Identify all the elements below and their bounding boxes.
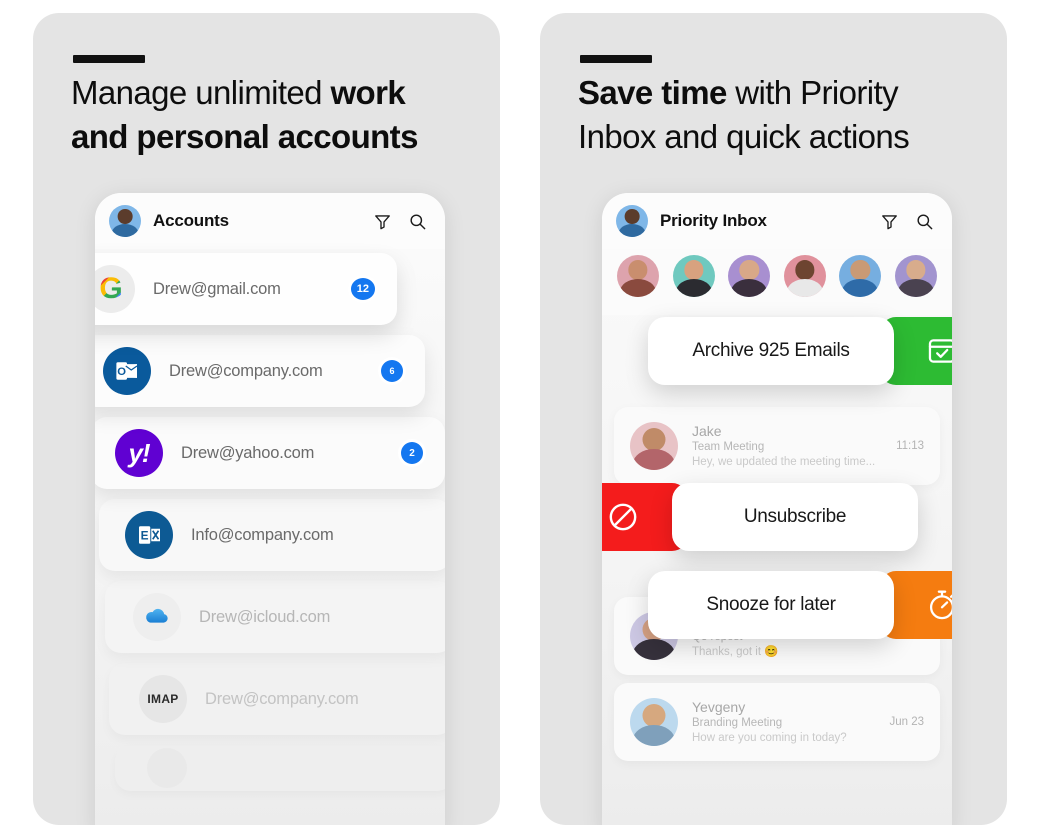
contact-chip[interactable]	[672, 255, 716, 301]
contact-avatar	[894, 255, 937, 297]
sender-name: Yevgeny	[692, 698, 746, 715]
unread-badge: 6	[381, 360, 403, 382]
mail-row[interactable]: Jake Team Meeting Hey, we updated the me…	[614, 407, 940, 485]
outlook-icon: O	[103, 347, 151, 395]
quick-action-archive[interactable]: Archive 925 Emails	[648, 317, 952, 385]
accent-bar-right	[580, 55, 652, 63]
sender-name: Jake	[692, 422, 722, 439]
search-icon[interactable]	[408, 212, 427, 231]
snooze-label[interactable]: Snooze for later	[648, 571, 894, 639]
unread-badge: 2	[401, 442, 423, 464]
accounts-header: Accounts	[95, 193, 445, 249]
account-row-gmail[interactable]: G Drew@gmail.com 12	[95, 253, 397, 325]
account-row-exchange[interactable]: E Info@company.com	[99, 499, 445, 571]
contact-chip[interactable]	[894, 255, 938, 301]
placeholder-icon	[147, 748, 187, 788]
filter-icon[interactable]	[880, 212, 899, 231]
contact-avatar	[728, 255, 771, 297]
accent-bar-left	[73, 55, 145, 63]
accounts-list: G Drew@gmail.com 12 O Drew@company.com 6…	[95, 249, 445, 791]
account-email: Drew@icloud.com	[199, 607, 331, 626]
contact-avatar	[839, 255, 882, 297]
mail-preview: Hey, we updated the meeting time...	[692, 455, 876, 468]
phone-mock-accounts: Accounts G Drew@gmail.com 12 O Drew@comp…	[95, 193, 445, 825]
phone-mock-priority-inbox: Priority Inbox Jake Team Meeting Hey, we…	[602, 193, 952, 825]
page-title: Accounts	[153, 211, 229, 230]
headline-right: Save time with Priority Inbox and quick a…	[578, 74, 910, 155]
page-title: Priority Inbox	[660, 211, 767, 230]
account-email: Drew@company.com	[205, 689, 359, 708]
account-email: Drew@company.com	[169, 361, 323, 380]
mail-time: Jun 23	[889, 716, 924, 728]
contact-chip[interactable]	[727, 255, 771, 301]
promo-stage: Manage unlimited work and personal accoun…	[0, 0, 1048, 838]
contact-avatar	[617, 255, 659, 297]
account-row-icloud[interactable]: Drew@icloud.com	[105, 581, 445, 653]
contact-avatar	[783, 255, 826, 297]
mail-row[interactable]: Yevgeny Branding Meeting How are you com…	[614, 683, 940, 761]
avatar[interactable]	[109, 205, 141, 237]
account-email: Drew@yahoo.com	[181, 443, 315, 462]
headline-left: Manage unlimited work and personal accoun…	[71, 74, 418, 155]
svg-text:O: O	[117, 366, 126, 378]
contact-chip[interactable]	[838, 255, 882, 301]
yahoo-icon: y!	[115, 429, 163, 477]
contact-chip[interactable]	[783, 255, 827, 301]
account-row-outlook[interactable]: O Drew@company.com 6	[95, 335, 425, 407]
contact-avatar	[672, 255, 715, 297]
quick-action-unsubscribe[interactable]: Unsubscribe	[602, 483, 918, 551]
contact-chip[interactable]	[616, 255, 660, 301]
promo-card-priority-inbox: Save time with Priority Inbox and quick a…	[540, 13, 1007, 825]
unsubscribe-label[interactable]: Unsubscribe	[672, 483, 918, 551]
archive-label[interactable]: Archive 925 Emails	[648, 317, 894, 385]
google-icon: G	[95, 265, 135, 313]
priority-contacts-row	[602, 249, 952, 315]
icloud-icon	[133, 593, 181, 641]
account-row-yahoo[interactable]: y! Drew@yahoo.com 2	[95, 417, 445, 489]
promo-card-accounts: Manage unlimited work and personal accoun…	[33, 13, 500, 825]
mail-preview: How are you coming in today?	[692, 731, 847, 744]
quick-action-snooze[interactable]: Snooze for later	[648, 571, 952, 639]
mail-subject: Team Meeting	[692, 440, 765, 453]
sender-avatar	[630, 698, 678, 746]
account-row-imap[interactable]: IMAP Drew@company.com	[109, 663, 445, 735]
sender-avatar	[630, 422, 678, 470]
mail-subject: Branding Meeting	[692, 716, 783, 729]
avatar[interactable]	[616, 205, 648, 237]
account-email: Drew@gmail.com	[153, 279, 281, 298]
account-row-partial[interactable]	[115, 745, 445, 791]
filter-icon[interactable]	[373, 212, 392, 231]
priority-inbox-header: Priority Inbox	[602, 193, 952, 249]
account-email: Info@company.com	[191, 525, 334, 544]
mail-preview: Thanks, got it 😊	[692, 645, 779, 658]
svg-text:E: E	[141, 528, 149, 542]
mail-time: 11:13	[896, 440, 924, 452]
imap-icon: IMAP	[139, 675, 187, 723]
search-icon[interactable]	[915, 212, 934, 231]
exchange-icon: E	[125, 511, 173, 559]
unread-badge: 12	[350, 278, 375, 300]
